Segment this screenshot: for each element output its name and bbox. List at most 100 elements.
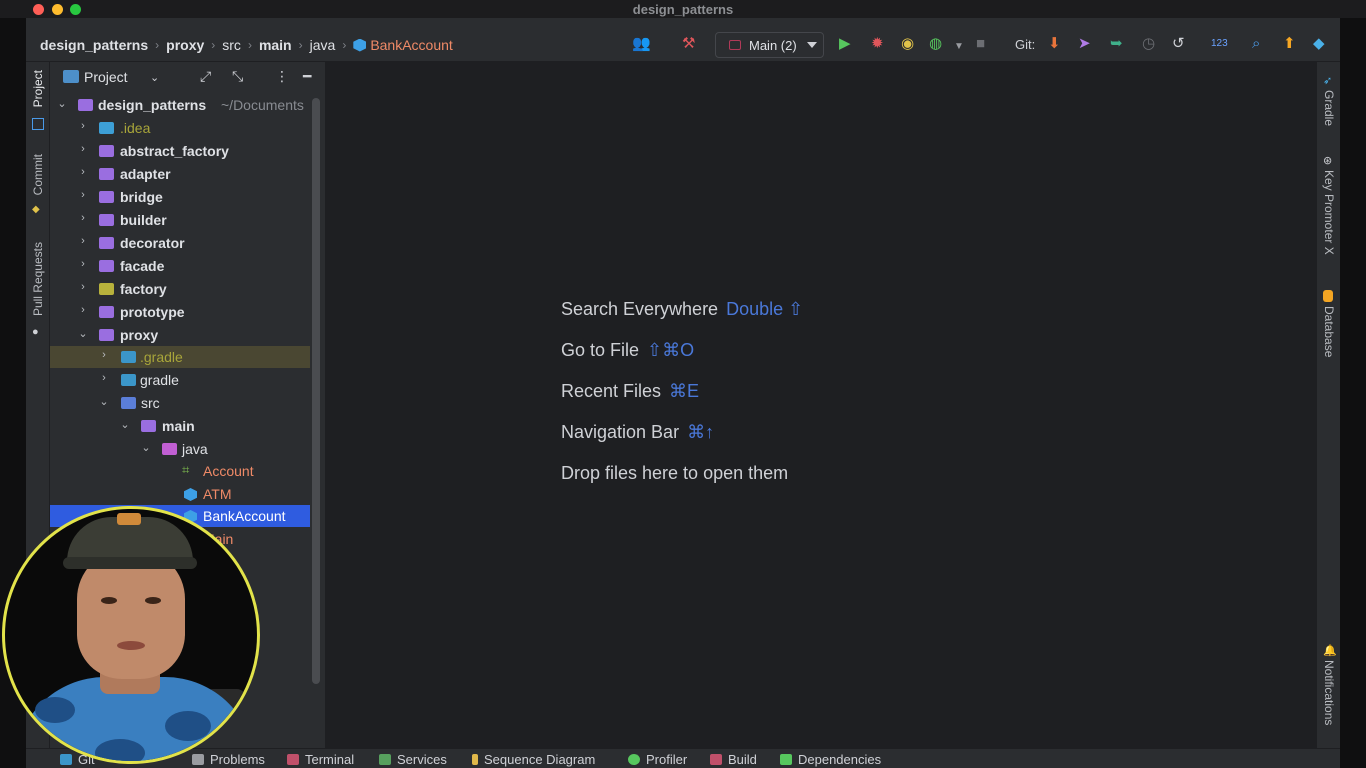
git-commit-icon[interactable]: ➥ — [1110, 35, 1123, 53]
breadcrumb-project[interactable]: design_patterns — [40, 37, 148, 53]
editor-empty-area[interactable]: Search Everywhere Double ⇧ Go to File ⇧⌘O … — [327, 62, 1316, 748]
tree-item-label: Account — [203, 463, 254, 479]
breadcrumb-proxy[interactable]: proxy — [166, 37, 204, 53]
tab-sequence-diagram[interactable]: Sequence Diagram — [472, 752, 595, 767]
update-icon[interactable]: ⬆ — [1283, 35, 1296, 53]
tab-label: Profiler — [646, 752, 688, 767]
project-tool-icon[interactable] — [32, 118, 44, 130]
tree-item-proxy[interactable]: ⌄ proxy — [50, 324, 310, 346]
users-icon[interactable]: 👥 — [632, 35, 651, 53]
tree-item-adapter[interactable]: › adapter — [50, 163, 310, 185]
tree-item-java[interactable]: ⌄ java — [50, 438, 310, 460]
tab-build[interactable]: Build — [710, 752, 757, 767]
tree-item-facade[interactable]: › facade — [50, 255, 310, 277]
expand-all-icon[interactable]: ⤢ — [200, 68, 211, 85]
tree-item-gradle[interactable]: › gradle — [50, 369, 310, 391]
chevron-down-icon[interactable]: ⌄ — [77, 327, 89, 340]
project-view-selector[interactable]: Project — [84, 69, 128, 85]
github-icon[interactable]: ● — [32, 326, 44, 338]
git-history-icon[interactable]: ◷ — [1142, 35, 1155, 53]
tree-item-decorator[interactable]: › decorator — [50, 232, 310, 254]
tree-item-atm[interactable]: ATM — [50, 483, 310, 505]
tree-item-dot-gradle[interactable]: › .gradle — [50, 346, 310, 368]
git-update-icon[interactable]: ⬇ — [1048, 35, 1061, 53]
run-icon[interactable]: ▶ — [839, 35, 851, 53]
chevron-right-icon[interactable]: › — [77, 235, 89, 247]
search-icon[interactable]: ⌕ — [1252, 35, 1260, 53]
tree-item-account[interactable]: ⌗ Account — [50, 460, 310, 482]
more-options-icon[interactable]: ⋮ — [275, 68, 289, 85]
tab-profiler[interactable]: Profiler — [628, 752, 687, 767]
tab-project[interactable]: Project — [31, 70, 45, 107]
tree-item-idea[interactable]: › .idea — [50, 117, 310, 139]
chevron-down-icon[interactable]: ⌄ — [119, 418, 131, 431]
stop-icon[interactable]: ■ — [976, 35, 985, 53]
tab-database[interactable]: Database — [1322, 306, 1336, 357]
profile-icon[interactable]: ◍ — [929, 35, 942, 53]
chevron-right-icon[interactable]: › — [77, 258, 89, 270]
tree-item-abstract-factory[interactable]: › abstract_factory — [50, 140, 310, 162]
project-tree-scrollbar[interactable] — [312, 98, 320, 684]
chevron-right-icon[interactable]: › — [77, 304, 89, 316]
breadcrumb-file[interactable]: BankAccount — [370, 37, 453, 53]
hide-panel-icon[interactable]: ━ — [303, 68, 311, 85]
run-config-icon — [729, 40, 741, 50]
debug-icon[interactable]: ✹ — [871, 35, 884, 53]
chevron-right-icon[interactable]: › — [77, 166, 89, 178]
tab-dependencies[interactable]: Dependencies — [780, 752, 881, 767]
tree-item-bridge[interactable]: › bridge — [50, 186, 310, 208]
chevron-down-icon[interactable]: ⌄ — [150, 71, 159, 84]
chevron-right-icon[interactable]: › — [77, 189, 89, 201]
profiler-icon — [628, 754, 640, 765]
run-with-coverage-icon[interactable]: ◉ — [901, 35, 914, 53]
tree-item-factory[interactable]: › factory — [50, 278, 310, 300]
tab-gradle[interactable]: Gradle — [1322, 90, 1336, 126]
rollback-icon[interactable]: ↺ — [1172, 35, 1185, 53]
chevron-right-icon[interactable]: › — [77, 143, 89, 155]
tree-item-label: factory — [120, 281, 167, 297]
tab-terminal[interactable]: Terminal — [287, 752, 354, 767]
git-push-icon[interactable]: ➤ — [1078, 35, 1091, 53]
counter-badge[interactable]: 123 — [1211, 38, 1228, 49]
tree-item-design-patterns[interactable]: ⌄ design_patterns ~/Documents — [50, 94, 310, 116]
chevron-right-icon[interactable]: › — [77, 212, 89, 224]
chevron-right-icon[interactable]: › — [98, 349, 110, 361]
tree-item-builder[interactable]: › builder — [50, 209, 310, 231]
tab-services[interactable]: Services — [379, 752, 447, 767]
plugin-icon[interactable]: ◆ — [1313, 35, 1325, 53]
tab-commit[interactable]: Commit — [31, 154, 45, 195]
chevron-right-icon[interactable]: › — [98, 372, 110, 384]
collapse-all-icon[interactable]: ⤡ — [232, 68, 243, 85]
chevron-down-icon[interactable]: ⌄ — [140, 441, 152, 454]
tab-key-promoter[interactable]: Key Promoter X — [1322, 170, 1336, 255]
chevron-down-icon[interactable]: ⌄ — [56, 97, 68, 110]
breadcrumb-java[interactable]: java — [310, 37, 336, 53]
gradle-icon[interactable]: ➶ — [1323, 74, 1335, 87]
bell-icon[interactable]: 🔔 — [1323, 644, 1337, 657]
breadcrumb-main[interactable]: main — [259, 37, 292, 53]
build-hammer-icon[interactable]: ⚒ — [682, 35, 695, 53]
chevron-right-icon[interactable]: › — [77, 281, 89, 293]
database-icon[interactable] — [1323, 290, 1333, 302]
run-config-dropdown[interactable]: Main (2) — [715, 32, 824, 58]
tab-label: Dependencies — [798, 752, 882, 767]
webcam-overlay — [2, 506, 260, 764]
title-bar: design_patterns — [0, 0, 1366, 18]
folder-icon — [99, 283, 114, 295]
tree-item-main[interactable]: ⌄ main — [50, 415, 310, 437]
tab-notifications[interactable]: Notifications — [1322, 660, 1336, 725]
key-promoter-icon[interactable]: ⊛ — [1323, 154, 1335, 167]
more-run-options-icon[interactable]: ▼ — [954, 38, 964, 56]
breadcrumb-src[interactable]: src — [222, 37, 241, 53]
tree-item-src[interactable]: ⌄ src — [50, 392, 310, 414]
commit-icon[interactable]: ◆ — [32, 204, 44, 216]
git-label: Git: — [1015, 37, 1036, 52]
chevron-right-icon[interactable]: › — [77, 120, 89, 132]
tree-item-prototype[interactable]: › prototype — [50, 301, 310, 323]
project-folder-icon — [63, 70, 79, 83]
folder-icon — [141, 420, 156, 432]
hint-go-to-file: Go to File ⇧⌘O — [561, 340, 694, 361]
tab-pull-requests[interactable]: Pull Requests — [31, 242, 45, 316]
chevron-down-icon[interactable]: ⌄ — [98, 395, 110, 408]
tree-item-label: facade — [120, 258, 165, 274]
